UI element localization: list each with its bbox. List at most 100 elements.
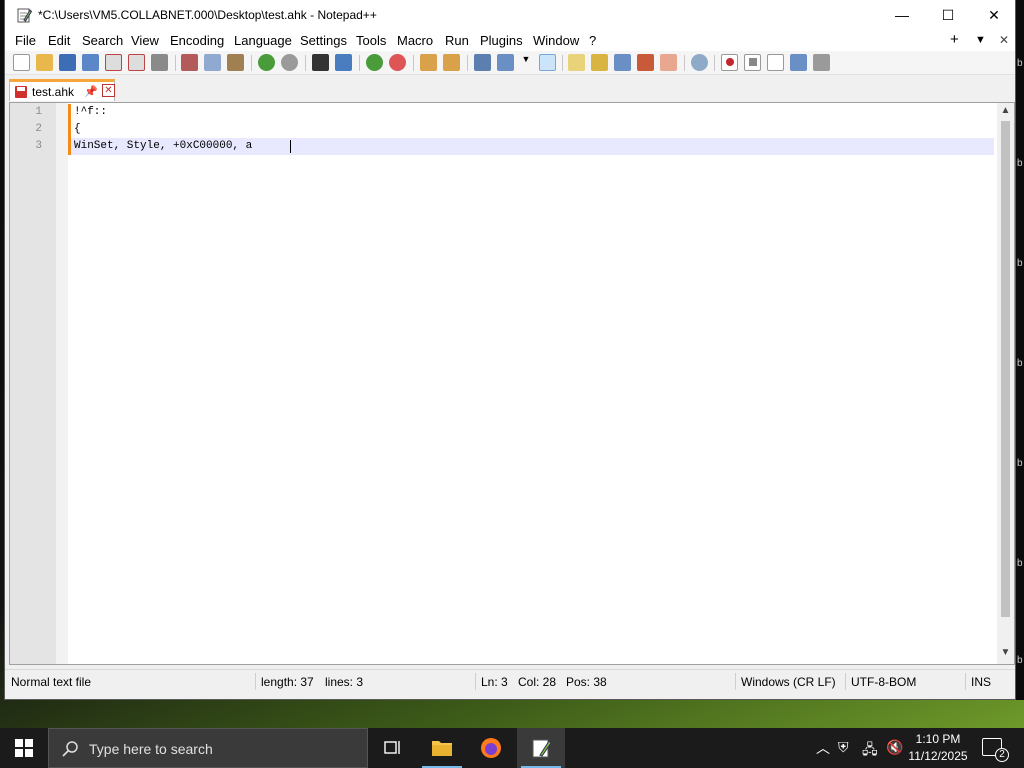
menu-help[interactable]: ? <box>589 33 596 48</box>
close-document-button[interactable]: ✕ <box>999 33 1009 47</box>
pin-icon[interactable]: 📌 <box>84 85 98 98</box>
cut-icon[interactable] <box>181 54 198 71</box>
status-separator <box>965 673 966 690</box>
taskbar: Type here to search ︿ ⛨ 🖧 🔇 1:10 PM 11/1… <box>0 728 1024 768</box>
title-bar[interactable]: *C:\Users\VM5.COLLABNET.000\Desktop\test… <box>5 0 1015 30</box>
menu-run[interactable]: Run <box>445 33 469 48</box>
show-hidden-icons-chevron-icon[interactable]: ︿ <box>816 738 830 758</box>
taskbar-search-box[interactable]: Type here to search <box>48 728 368 768</box>
notification-center-icon[interactable]: 2 <box>982 738 1009 762</box>
security-tray-icon[interactable]: ⛨ <box>838 739 849 756</box>
folder-icon <box>432 741 452 756</box>
word-wrap-icon[interactable] <box>474 54 491 71</box>
toolbar-separator <box>251 55 252 71</box>
menu-settings[interactable]: Settings <box>300 33 347 48</box>
search-icon <box>62 741 78 757</box>
status-line: Ln: 3 <box>481 675 508 689</box>
paste-icon[interactable] <box>227 54 244 71</box>
save-all-icon[interactable] <box>82 54 99 71</box>
save-icon[interactable] <box>59 54 76 71</box>
network-tray-icon[interactable]: 🖧 <box>862 739 878 763</box>
user-defined-lang-icon[interactable] <box>568 54 585 71</box>
scroll-down-arrow-icon[interactable]: ▼ <box>997 647 1014 664</box>
menu-language[interactable]: Language <box>234 33 292 48</box>
redo-icon[interactable] <box>281 54 298 71</box>
status-separator <box>475 673 476 690</box>
unsaved-file-icon <box>15 86 27 98</box>
tab-strip: test.ahk 📌 ✕ <box>5 76 1015 102</box>
save-macro-icon[interactable] <box>813 54 830 71</box>
replace-icon[interactable] <box>335 54 352 71</box>
code-line-1[interactable]: !^f:: <box>74 106 107 118</box>
task-view-button[interactable] <box>368 728 416 768</box>
menu-encoding[interactable]: Encoding <box>170 33 224 48</box>
zoom-out-icon[interactable] <box>389 54 406 71</box>
show-all-chars-icon[interactable] <box>497 54 514 71</box>
tab-test-ahk[interactable]: test.ahk 📌 ✕ <box>9 79 115 101</box>
doc-map-icon[interactable] <box>591 54 608 71</box>
menu-tools[interactable]: Tools <box>356 33 386 48</box>
clock-date: 11/12/2025 <box>908 749 968 763</box>
run-macro-multiple-icon[interactable] <box>790 54 807 71</box>
new-file-icon[interactable] <box>13 54 30 71</box>
close-window-button[interactable]: ✕ <box>971 0 1017 30</box>
menu-edit[interactable]: Edit <box>48 33 70 48</box>
toolbar-separator <box>714 55 715 71</box>
new-tab-plus-button[interactable]: + <box>950 31 959 48</box>
toolbar-separator <box>413 55 414 71</box>
dropdown-icon[interactable]: ▼ <box>520 54 532 71</box>
notepadpp-taskbar-button[interactable] <box>517 728 565 768</box>
status-length: length: 37 <box>261 675 314 689</box>
start-button[interactable] <box>0 728 48 768</box>
indent-guide-icon[interactable] <box>539 54 556 71</box>
close-all-icon[interactable] <box>128 54 145 71</box>
firefox-taskbar-button[interactable] <box>467 728 515 768</box>
scrollbar-thumb[interactable] <box>1001 121 1010 617</box>
editor-area[interactable]: 1 2 3 !^f:: { WinSet, Style, +0xC00000, … <box>9 102 1015 665</box>
open-file-icon[interactable] <box>36 54 53 71</box>
code-line-2[interactable]: { <box>74 123 81 135</box>
sync-horizontal-icon[interactable] <box>443 54 460 71</box>
find-icon[interactable] <box>312 54 329 71</box>
monitoring-icon[interactable] <box>691 54 708 71</box>
doc-list-icon[interactable] <box>614 54 631 71</box>
toolbar-separator <box>467 55 468 71</box>
play-macro-icon[interactable] <box>767 54 784 71</box>
undo-icon[interactable] <box>258 54 275 71</box>
menu-plugins[interactable]: Plugins <box>480 33 523 48</box>
minimize-button[interactable]: — <box>879 0 925 30</box>
maximize-button[interactable]: ☐ <box>925 0 971 30</box>
tab-list-dropdown-button[interactable]: ▼ <box>975 34 986 46</box>
clock[interactable]: 1:10 PM 11/12/2025 <box>908 731 968 765</box>
function-list-icon[interactable] <box>637 54 654 71</box>
code-line-3[interactable]: WinSet, Style, +0xC00000, a <box>74 140 252 152</box>
print-icon[interactable] <box>151 54 168 71</box>
change-marker <box>68 121 71 138</box>
record-macro-icon[interactable] <box>721 54 738 71</box>
close-icon[interactable] <box>105 54 122 71</box>
menu-macro[interactable]: Macro <box>397 33 433 48</box>
toolbar: ▼ <box>5 51 1015 75</box>
task-view-icon <box>384 741 400 754</box>
menu-search[interactable]: Search <box>82 33 123 48</box>
menu-view[interactable]: View <box>131 33 159 48</box>
sync-vertical-icon[interactable] <box>420 54 437 71</box>
toolbar-separator <box>175 55 176 71</box>
copy-icon[interactable] <box>204 54 221 71</box>
volume-muted-icon[interactable]: 🔇 <box>886 739 903 756</box>
toolbar-separator <box>684 55 685 71</box>
status-separator <box>845 673 846 690</box>
zoom-in-icon[interactable] <box>366 54 383 71</box>
line-number: 2 <box>35 123 42 135</box>
menu-file[interactable]: File <box>15 33 36 48</box>
status-lines: lines: 3 <box>325 675 364 689</box>
fold-margin <box>56 103 68 664</box>
scroll-up-arrow-icon[interactable]: ▲ <box>997 105 1014 122</box>
file-explorer-taskbar-button[interactable] <box>418 728 466 768</box>
toolbar-separator <box>305 55 306 71</box>
stop-record-icon[interactable] <box>744 54 761 71</box>
menu-window[interactable]: Window <box>533 33 579 48</box>
folder-workspace-icon[interactable] <box>660 54 677 71</box>
vertical-scrollbar[interactable]: ▲ ▼ <box>997 103 1014 664</box>
close-tab-icon[interactable]: ✕ <box>102 84 115 97</box>
